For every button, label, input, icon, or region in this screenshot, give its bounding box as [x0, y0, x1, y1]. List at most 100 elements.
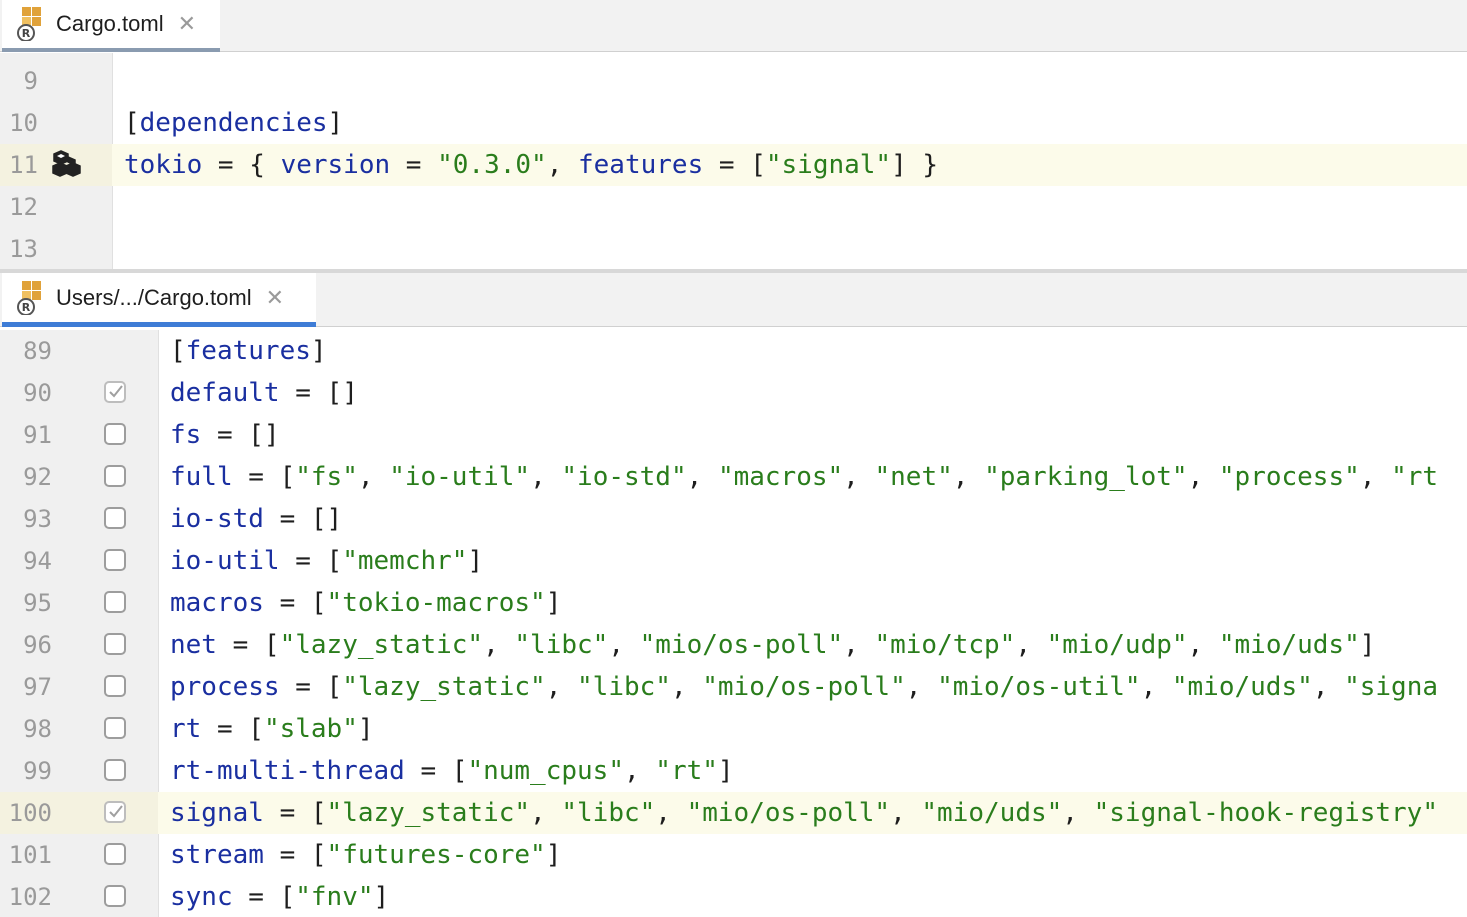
code-text[interactable]: default = [] [158, 372, 1467, 414]
code-text[interactable]: fs = [] [158, 414, 1467, 456]
toml-punctuation: , [530, 798, 562, 828]
code-text[interactable]: tokio = { version = "0.3.0", features = … [112, 144, 1467, 186]
toml-string: "mio/uds" [921, 798, 1063, 828]
toml-key: tokio [124, 150, 203, 180]
code-line[interactable]: 101 stream = ["futures-core"] [0, 834, 1467, 876]
code-line[interactable]: 96 net = ["lazy_static", "libc", "mio/os-… [0, 624, 1467, 666]
toml-punctuation: = [] [279, 378, 358, 408]
tab-label: Users/.../Cargo.toml [56, 284, 252, 310]
code-text[interactable]: process = ["lazy_static", "libc", "mio/o… [158, 666, 1467, 708]
toml-punctuation: , [1015, 630, 1047, 660]
code-text[interactable]: net = ["lazy_static", "libc", "mio/os-po… [158, 624, 1467, 666]
code-line[interactable]: 91 fs = [] [0, 414, 1467, 456]
top-editor-pane: R Cargo.toml ✕ 9 10 [dependencies] 11 tokio … [0, 0, 1467, 272]
gutter-cell: 11 [0, 144, 112, 186]
feature-checkbox[interactable] [104, 423, 126, 445]
code-line[interactable]: 95 macros = ["tokio-macros"] [0, 582, 1467, 624]
code-text[interactable]: rt-multi-thread = ["num_cpus", "rt"] [158, 750, 1467, 792]
feature-checkbox[interactable] [104, 717, 126, 739]
toml-key: rt [170, 714, 202, 744]
toml-punctuation: = [390, 150, 438, 180]
toml-punctuation: = [ [232, 462, 296, 492]
code-text[interactable]: stream = ["futures-core"] [158, 834, 1467, 876]
gutter-cell: 96 [0, 624, 158, 666]
line-number: 101 [8, 841, 52, 869]
feature-checkbox[interactable] [104, 549, 126, 571]
line-number: 100 [8, 799, 52, 827]
code-text[interactable]: full = ["fs", "io-util", "io-std", "macr… [158, 456, 1467, 498]
feature-checkbox-checked[interactable] [104, 381, 126, 403]
line-number: 90 [23, 379, 52, 407]
toml-string: "mio/uds" [1218, 630, 1360, 660]
code-text[interactable]: [dependencies] [112, 102, 1467, 144]
code-line[interactable]: 12 [0, 186, 1467, 228]
toml-punctuation: , [1187, 630, 1219, 660]
feature-checkbox[interactable] [104, 591, 126, 613]
tab-cargo-toml[interactable]: R Cargo.toml ✕ [2, 0, 220, 52]
feature-checkbox[interactable] [104, 633, 126, 655]
code-line[interactable]: 98 rt = ["slab"] [0, 708, 1467, 750]
code-line[interactable]: 9 [0, 60, 1467, 102]
code-line[interactable]: 10 [dependencies] [0, 102, 1467, 144]
feature-checkbox[interactable] [104, 675, 126, 697]
feature-checkbox[interactable] [104, 507, 126, 529]
code-line[interactable]: 11 tokio = { version = "0.3.0", features … [0, 144, 1467, 186]
gutter-cell: 12 [0, 186, 112, 228]
close-icon[interactable]: ✕ [266, 286, 284, 309]
code-line[interactable]: 89 [features] [0, 330, 1467, 372]
toml-string: "net" [874, 462, 953, 492]
tab-users-cargo-toml[interactable]: R Users/.../Cargo.toml ✕ [2, 273, 316, 327]
code-line[interactable]: 92 full = ["fs", "io-util", "io-std", "ma… [0, 456, 1467, 498]
toml-string: "libc" [561, 798, 656, 828]
code-line[interactable]: 93 io-std = [] [0, 498, 1467, 540]
feature-checkbox[interactable] [104, 465, 126, 487]
toml-punctuation: = [] [201, 420, 280, 450]
feature-checkbox[interactable] [104, 843, 126, 865]
code-line[interactable]: 90 default = [] [0, 372, 1467, 414]
toml-punctuation: , [686, 462, 718, 492]
toml-string: "tokio-macros" [326, 588, 546, 618]
toml-string: "fnv" [295, 882, 374, 912]
bottom-code-editor[interactable]: 89 [features] 90 default = [] 91 fs = [] 92 ful… [0, 330, 1467, 917]
toml-punctuation: = [ [263, 840, 327, 870]
toml-key: process [170, 672, 280, 702]
code-text[interactable]: rt = ["slab"] [158, 708, 1467, 750]
code-text[interactable]: io-util = ["memchr"] [158, 540, 1467, 582]
toml-punctuation: , [843, 462, 875, 492]
line-number: 11 [9, 151, 38, 179]
top-tab-bar: R Cargo.toml ✕ [0, 0, 1467, 52]
close-icon[interactable]: ✕ [178, 13, 196, 35]
line-number: 92 [23, 463, 52, 491]
code-line[interactable]: 102 sync = ["fnv"] [0, 876, 1467, 917]
code-line[interactable]: 99 rt-multi-thread = ["num_cpus", "rt"] [0, 750, 1467, 792]
code-line[interactable]: 94 io-util = ["memchr"] [0, 540, 1467, 582]
toml-string: "signa [1344, 672, 1438, 702]
feature-checkbox[interactable] [104, 885, 126, 907]
toml-punctuation: ] [357, 714, 374, 744]
toml-punctuation: , [623, 756, 656, 786]
code-text[interactable]: sync = ["fnv"] [158, 876, 1467, 917]
feature-checkbox[interactable] [104, 759, 126, 781]
toml-punctuation: ] [1359, 630, 1376, 660]
line-number: 99 [23, 757, 52, 785]
bottom-editor-pane: R Users/.../Cargo.toml ✕ 89 [features] 90 d… [0, 273, 1467, 917]
toml-punctuation: , [843, 630, 875, 660]
crate-icon[interactable] [50, 149, 86, 184]
toml-string: "mio/os-poll" [639, 630, 844, 660]
code-line[interactable]: 100 signal = ["lazy_static", "libc", "mio… [0, 792, 1467, 834]
code-text[interactable] [112, 60, 1467, 102]
code-line[interactable]: 97 process = ["lazy_static", "libc", "mio… [0, 666, 1467, 708]
top-code-editor[interactable]: 9 10 [dependencies] 11 tokio = { version = "… [0, 53, 1467, 270]
feature-checkbox-checked[interactable] [104, 801, 126, 823]
code-line[interactable]: 13 [0, 228, 1467, 270]
toml-key: io-std [170, 504, 264, 534]
toml-punctuation: = [] [263, 504, 343, 534]
code-text[interactable]: macros = ["tokio-macros"] [158, 582, 1467, 624]
code-text[interactable] [112, 186, 1467, 228]
code-text[interactable]: [features] [158, 330, 1467, 372]
toml-string: "mio/os-poll" [702, 672, 906, 702]
toml-punctuation: , [1312, 672, 1345, 702]
code-text[interactable]: io-std = [] [158, 498, 1467, 540]
code-text[interactable]: signal = ["lazy_static", "libc", "mio/os… [158, 792, 1467, 834]
code-text[interactable] [112, 228, 1467, 270]
